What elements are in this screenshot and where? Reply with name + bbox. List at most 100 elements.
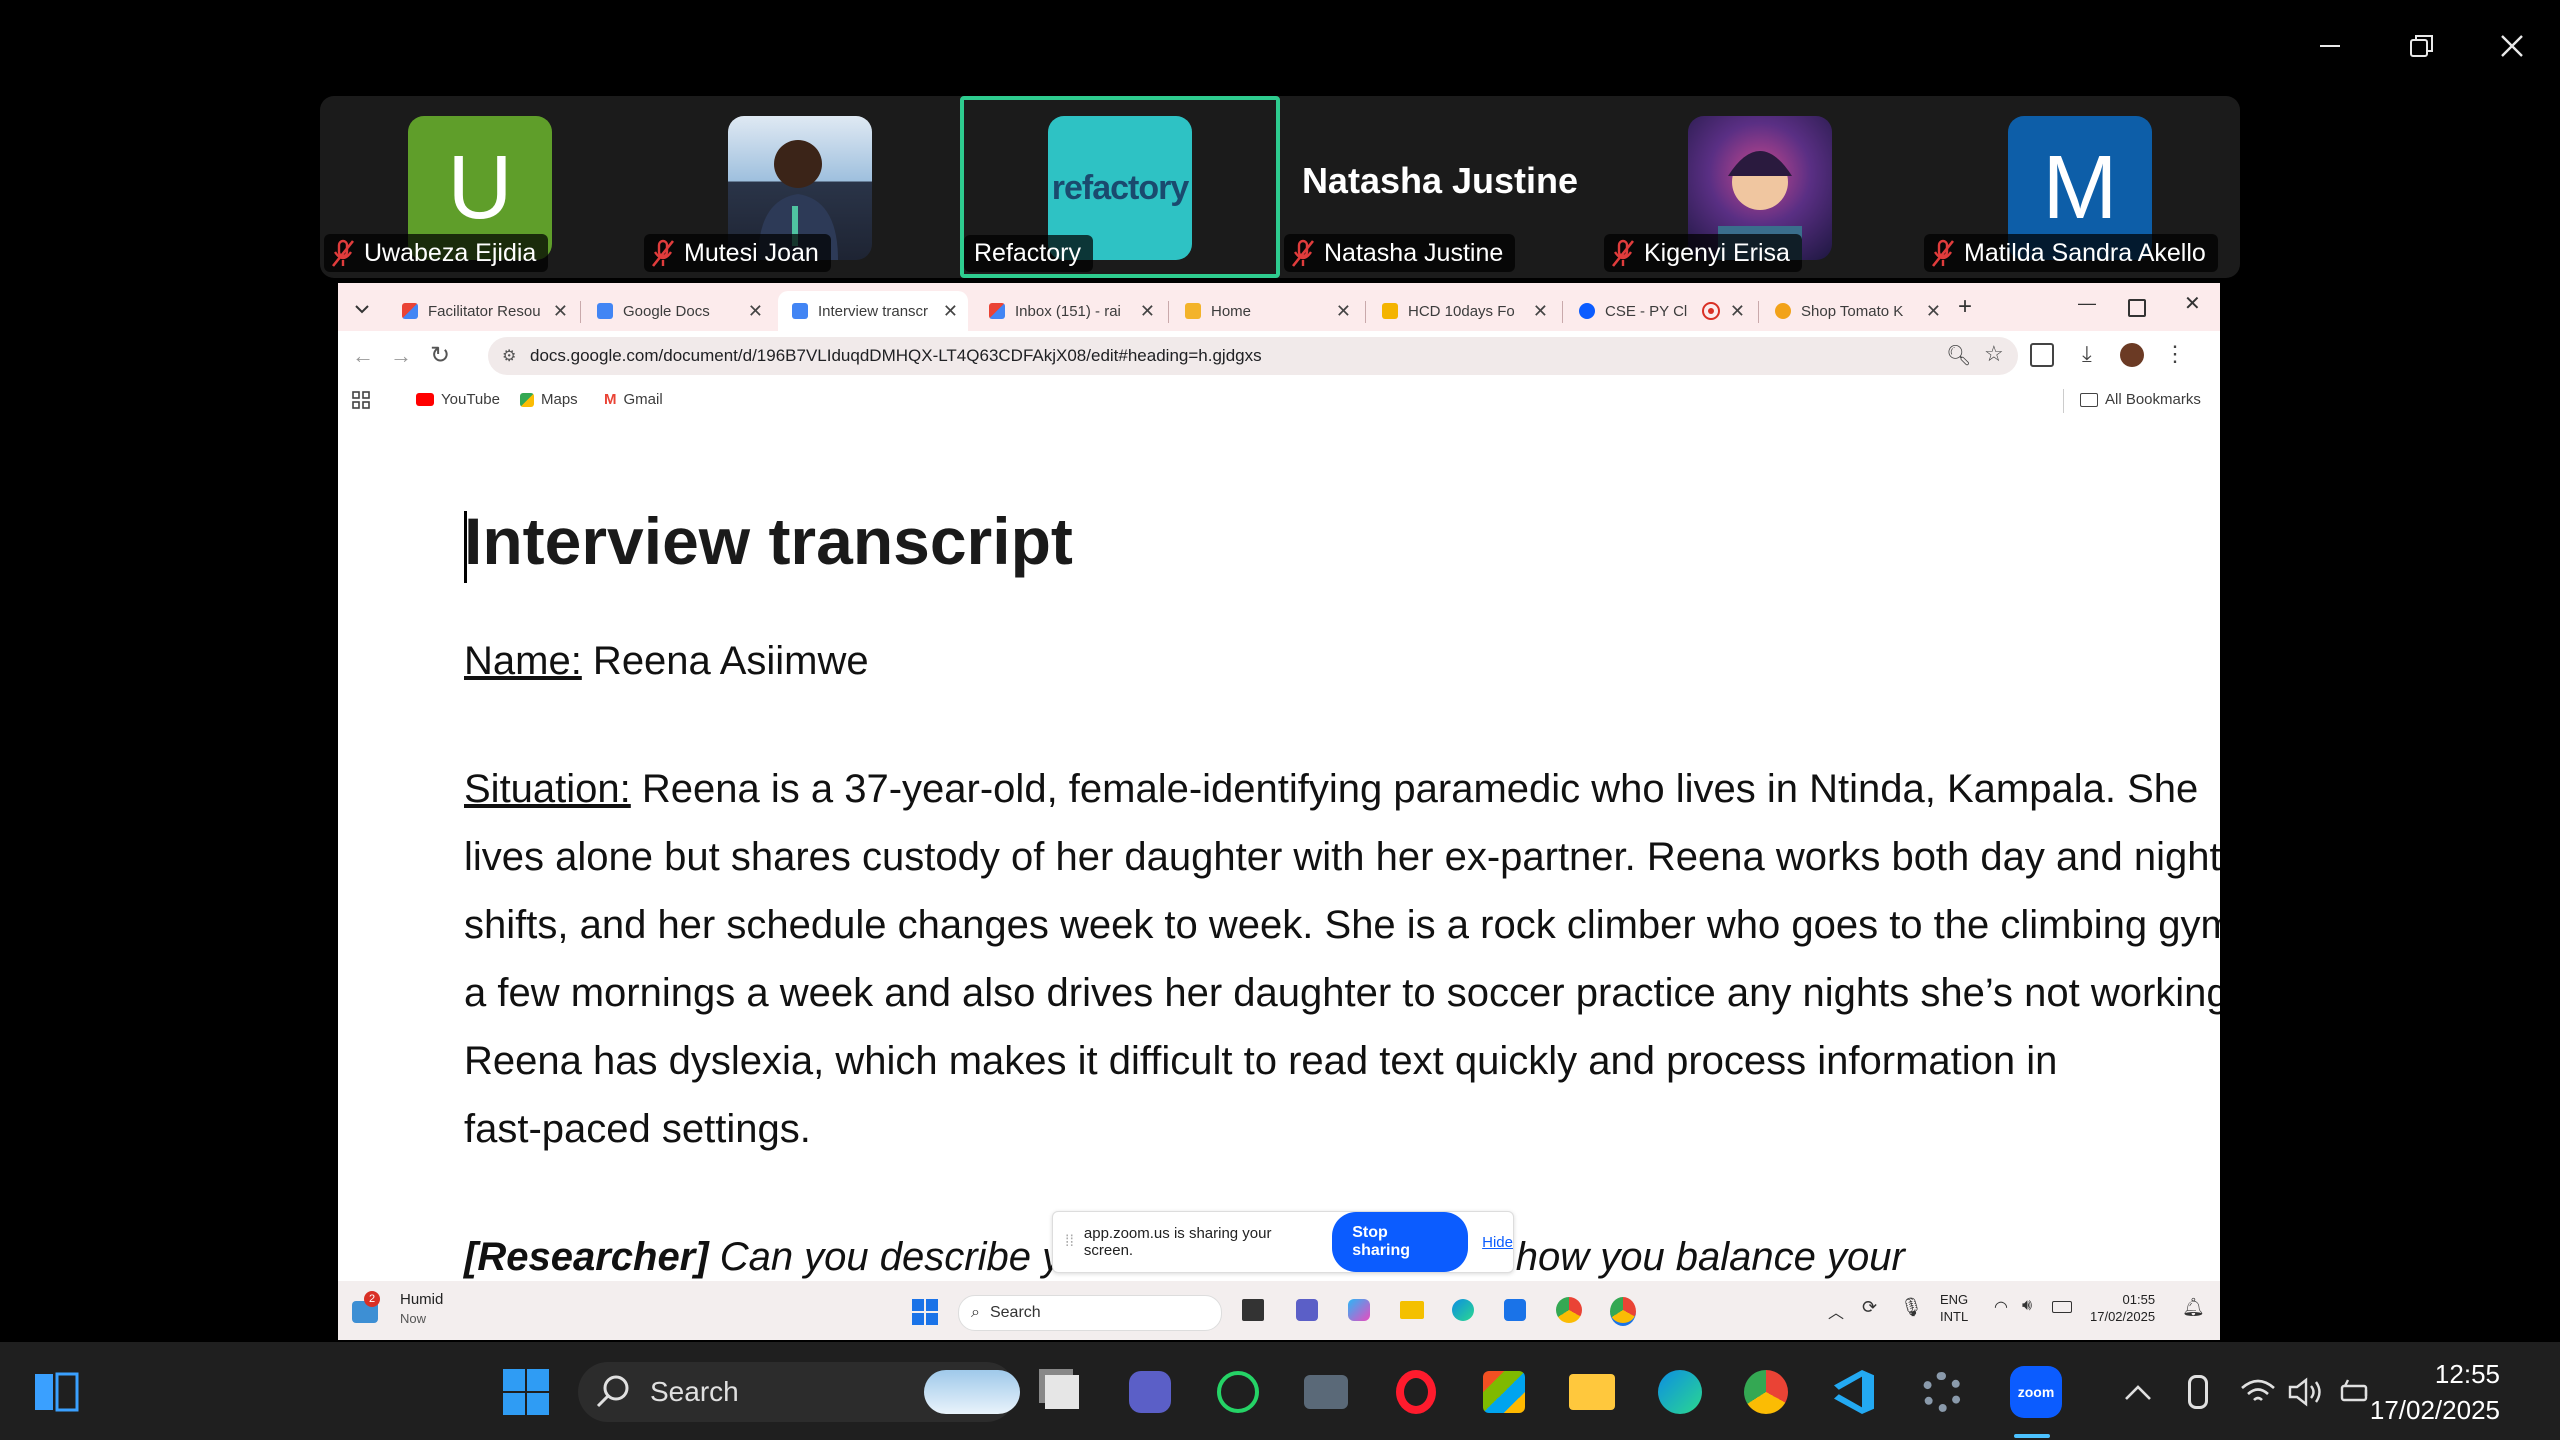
shared-search-box[interactable]: ⌕ Search	[958, 1295, 1222, 1331]
participant-tile[interactable]: refactory Refactory	[960, 96, 1280, 278]
vscode-button[interactable]	[1828, 1366, 1880, 1418]
forward-button[interactable]: →	[390, 343, 412, 369]
close-tab-icon[interactable]: ✕	[1730, 301, 1745, 322]
close-tab-icon[interactable]: ✕	[943, 301, 958, 322]
close-tab-icon[interactable]: ✕	[1140, 301, 1155, 322]
star-icon[interactable]: ☆	[1984, 341, 2004, 367]
browser-tab[interactable]: CSE - PY Cl ✕	[1565, 291, 1755, 331]
clock-time: 12:55	[2434, 1359, 2500, 1389]
document-page[interactable]: Interview transcript Name: Reena Asiimwe…	[338, 421, 2220, 1281]
whatsapp-button[interactable]	[1212, 1366, 1264, 1418]
volume-button[interactable]	[2280, 1366, 2332, 1418]
weather-widget[interactable]: 2	[352, 1291, 380, 1325]
more-menu-icon[interactable]: ⋮	[2164, 341, 2186, 367]
bookmark-youtube[interactable]: YouTube	[416, 391, 500, 408]
edge-button[interactable]	[1654, 1366, 1706, 1418]
zoom-icon[interactable]: 🔍︎	[1946, 343, 1971, 368]
close-tab-icon[interactable]: ✕	[1336, 301, 1351, 322]
apps-grid-icon[interactable]	[352, 391, 370, 409]
teams-icon[interactable]	[1296, 1299, 1318, 1321]
extensions-icon[interactable]	[2030, 343, 2054, 367]
browser-restore-button[interactable]	[2128, 299, 2146, 317]
store-icon[interactable]	[1504, 1299, 1526, 1321]
participant-tile[interactable]: U Uwabeza Ejidia	[320, 96, 640, 278]
volume-icon[interactable]: 🔊︎	[2022, 1297, 2032, 1315]
bookmark-gmail[interactable]: M Gmail	[604, 391, 663, 408]
close-tab-icon[interactable]: ✕	[553, 301, 568, 322]
minimize-button[interactable]	[2290, 22, 2370, 70]
chrome-profile-icon[interactable]	[1610, 1297, 1636, 1326]
file-explorer-icon[interactable]	[1400, 1301, 1424, 1319]
browser-tab[interactable]: Google Docs ✕	[583, 291, 773, 331]
browser-tab[interactable]: Shop Tomato K ✕	[1761, 291, 1951, 331]
all-bookmarks-button[interactable]: All Bookmarks	[2080, 391, 2201, 408]
taskbar-search-box[interactable]: Search	[578, 1362, 1020, 1422]
browser-tab[interactable]: Inbox (151) - rai ✕	[975, 291, 1165, 331]
browser-close-button[interactable]: ✕	[2184, 291, 2201, 316]
close-tab-icon[interactable]: ✕	[748, 301, 763, 322]
sync-icon[interactable]: ⟳	[1862, 1297, 1877, 1318]
browser-minimize-button[interactable]: —	[2078, 293, 2096, 314]
task-view-button[interactable]	[1036, 1366, 1088, 1418]
restore-button[interactable]	[2382, 22, 2462, 70]
battery-icon[interactable]	[2052, 1301, 2072, 1313]
site-info-icon[interactable]: ⚙	[502, 346, 516, 366]
stop-sharing-button[interactable]: Stop sharing	[1332, 1212, 1469, 1272]
participant-tile[interactable]: M Matilda Sandra Akello	[1920, 96, 2240, 278]
close-button[interactable]	[2472, 22, 2552, 70]
close-tab-icon[interactable]: ✕	[1533, 301, 1548, 322]
arrow-left-icon: ←	[352, 343, 374, 368]
document-title: Interview transcript	[464, 504, 1073, 578]
participant-tile[interactable]: Kigenyi Erisa	[1600, 96, 1920, 278]
widgets-button[interactable]	[30, 1366, 82, 1418]
browser-tab[interactable]: Facilitator Resou ✕	[388, 291, 578, 331]
shared-clock[interactable]: 01:55 17/02/2025	[2090, 1291, 2155, 1325]
chrome-button[interactable]	[1740, 1366, 1792, 1418]
file-explorer-button[interactable]	[1566, 1366, 1618, 1418]
browser-tab-active[interactable]: Interview transcr ✕	[778, 291, 968, 331]
show-hidden-icons-button[interactable]	[2112, 1366, 2164, 1418]
drag-handle-icon[interactable]: ⁞⁞	[1065, 1233, 1074, 1251]
avatar-letter: U	[447, 137, 513, 238]
task-view-icon[interactable]	[1242, 1299, 1264, 1321]
microphone-icon[interactable]: 🎙︎	[1900, 1297, 1923, 1318]
zoom-app-button[interactable]: zoom	[2004, 1366, 2068, 1418]
language-indicator[interactable]: ENG INTL	[1940, 1291, 1968, 1325]
store-button[interactable]	[1478, 1366, 1530, 1418]
microphone-button[interactable]	[2172, 1366, 2224, 1418]
browser-tab[interactable]: Home ✕	[1171, 291, 1361, 331]
video-chat-icon	[1129, 1371, 1171, 1413]
browser-tab[interactable]: HCD 10days Fo ✕	[1368, 291, 1558, 331]
edge-icon[interactable]	[1452, 1299, 1474, 1321]
start-button[interactable]	[912, 1299, 938, 1325]
copilot-icon[interactable]	[1348, 1299, 1370, 1321]
profile-avatar[interactable]	[2120, 343, 2144, 367]
bookmark-maps[interactable]: Maps	[520, 391, 578, 408]
settings-button[interactable]	[1916, 1366, 1968, 1418]
hide-link[interactable]: Hide	[1482, 1234, 1513, 1251]
search-icon	[596, 1375, 629, 1408]
zoom-meetings-button[interactable]	[1124, 1366, 1176, 1418]
store-icon	[1483, 1371, 1525, 1413]
recording-icon	[1701, 302, 1720, 320]
reload-button[interactable]: ↻	[430, 341, 450, 370]
wifi-button[interactable]	[2232, 1366, 2284, 1418]
chrome-icon[interactable]	[1556, 1297, 1582, 1323]
close-tab-icon[interactable]: ✕	[1926, 301, 1941, 322]
opera-button[interactable]	[1390, 1366, 1442, 1418]
start-button[interactable]	[500, 1366, 552, 1418]
participant-tile[interactable]: Mutesi Joan	[640, 96, 960, 278]
bell-icon[interactable]: 🔔︎	[2182, 1297, 2205, 1318]
wifi-icon[interactable]: ◠	[1994, 1297, 2008, 1317]
camera-button[interactable]	[1300, 1366, 1352, 1418]
participant-tile[interactable]: Natasha Justine Natasha Justine	[1280, 96, 1600, 278]
plus-icon: +	[1958, 293, 1973, 320]
taskbar-clock[interactable]: 12:55 17/02/2025	[2370, 1356, 2500, 1428]
chevron-up-icon[interactable]: ︿	[1828, 1299, 1844, 1323]
divider	[2063, 389, 2064, 413]
address-bar[interactable]: ⚙ docs.google.com/document/d/196B7VLIduq…	[488, 337, 2018, 375]
back-button[interactable]: ←	[352, 343, 374, 369]
tab-search-button[interactable]	[350, 297, 374, 321]
new-tab-button[interactable]: +	[1958, 293, 1972, 321]
download-icon[interactable]: ⤓	[2082, 341, 2092, 367]
